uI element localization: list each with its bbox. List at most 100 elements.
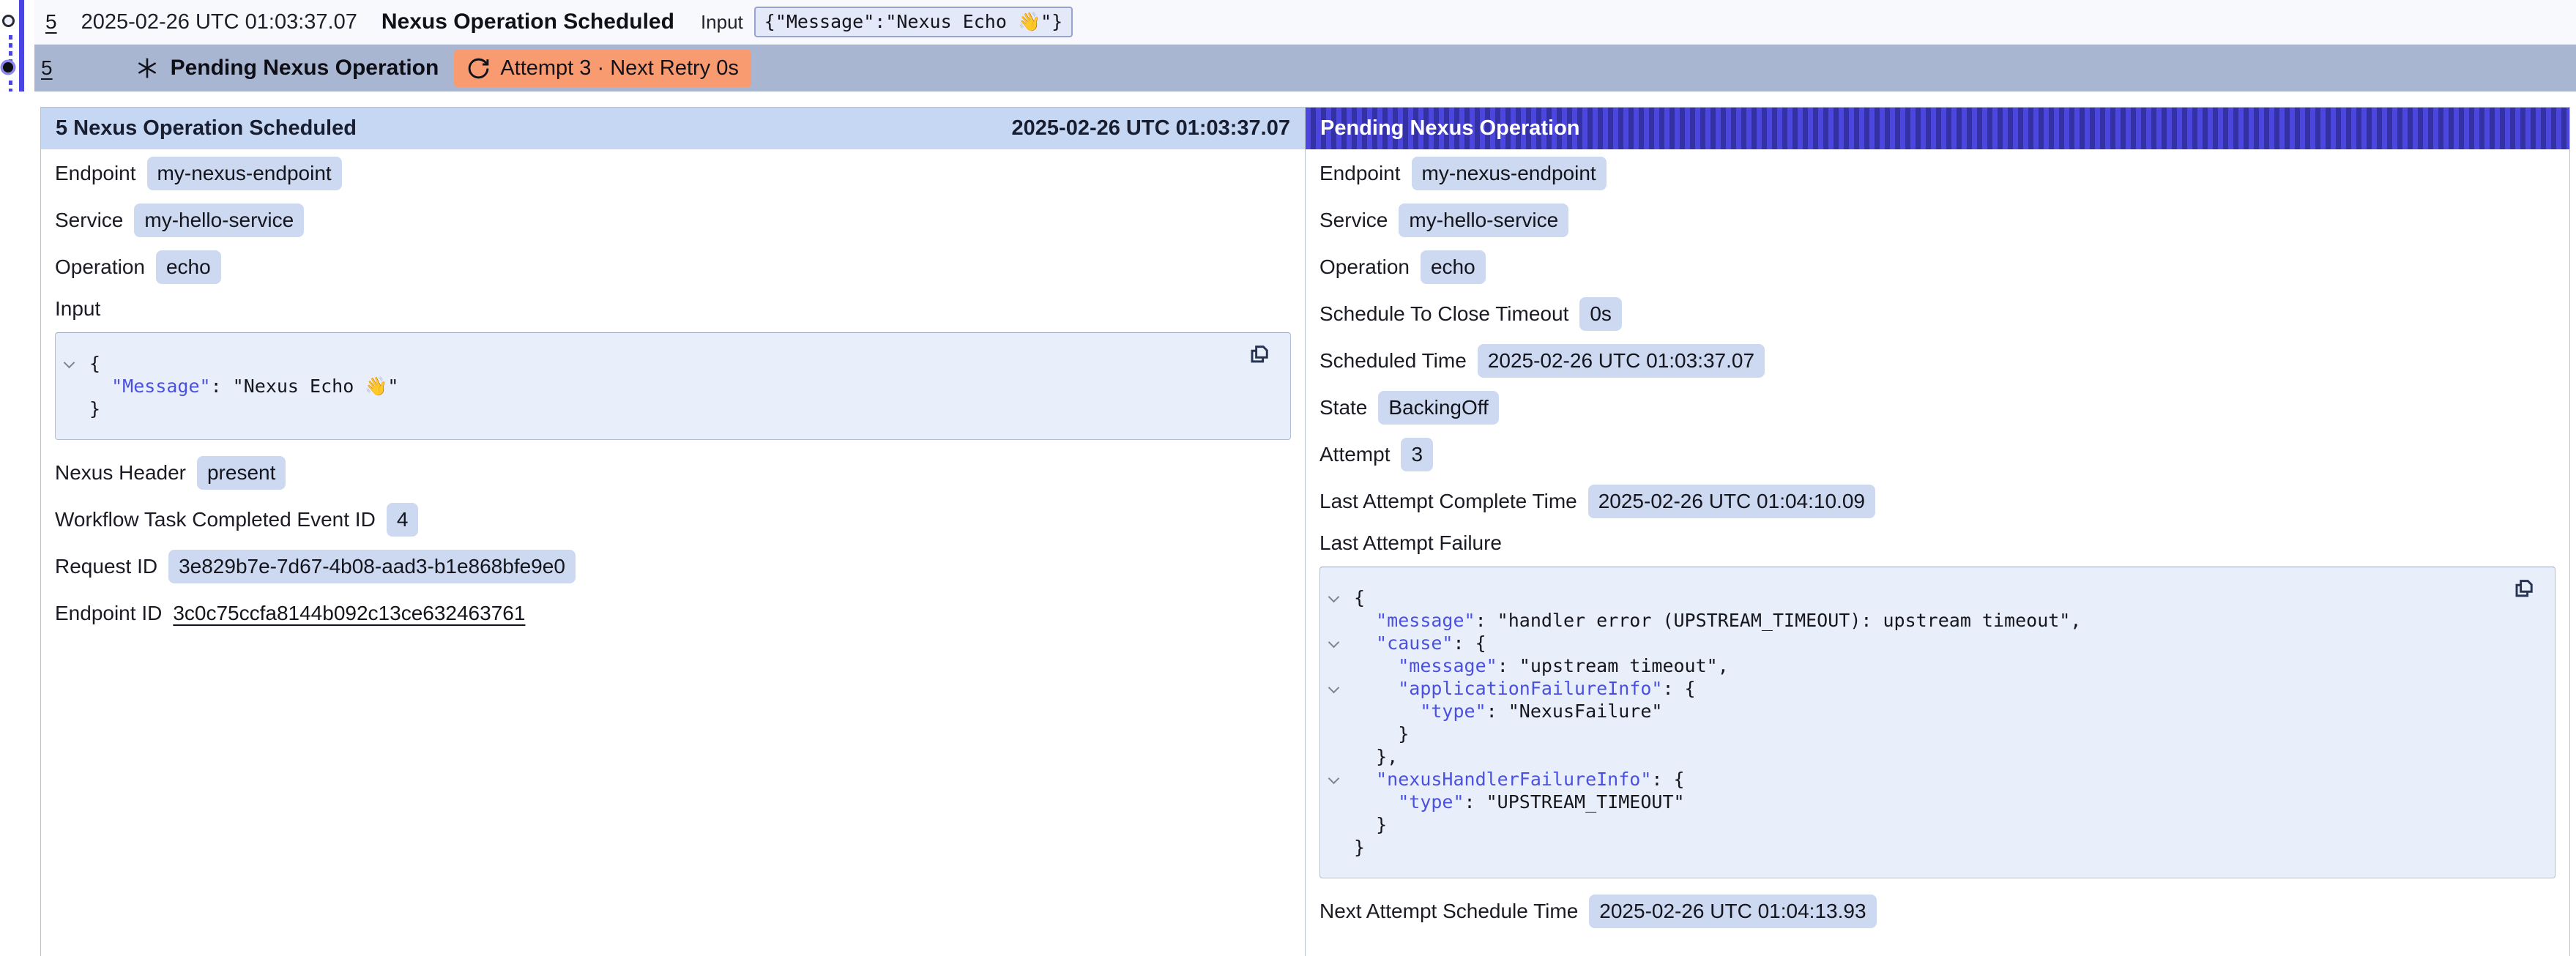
field-value-badge: 2025-02-26 UTC 01:03:37.07 (1478, 344, 1765, 378)
timeline-dashed-connector (9, 81, 12, 92)
field-label: Workflow Task Completed Event ID (55, 508, 376, 531)
field-nexus-header: Nexus Headerpresent (55, 456, 1291, 490)
json-line: } (89, 397, 1239, 420)
field-value-badge: 2025-02-26 UTC 01:04:10.09 (1588, 485, 1875, 518)
input-json-viewer: { "Message": "Nexus Echo 👋"} (55, 332, 1291, 440)
field-last-attempt-complete-time: Last Attempt Complete Time 2025-02-26 UTC… (1319, 485, 2555, 518)
chevron-down-icon[interactable] (1328, 591, 1340, 603)
field-service: Service my-hello-service (55, 203, 1291, 237)
pending-operation-panel: Pending Nexus Operation Endpoint my-nexus… (1306, 108, 2569, 956)
chevron-down-icon[interactable] (1328, 637, 1340, 649)
field-attempt: Attempt 3 (1319, 438, 2555, 471)
event-id-link[interactable]: 5 (45, 10, 57, 34)
field-label: State (1319, 396, 1367, 419)
field-label: Service (55, 209, 123, 232)
event-input-label: Input (701, 11, 743, 34)
event-timestamp: 2025-02-26 UTC 01:03:37.07 (81, 10, 357, 34)
attempt-retry-badge: Attempt 3 · Next Retry 0s (454, 50, 751, 87)
json-line: "type": "UPSTREAM_TIMEOUT" (1354, 791, 2504, 813)
json-line: "nexusHandlerFailureInfo": { (1354, 768, 2504, 791)
json-line: "message": "handler error (UPSTREAM_TIME… (1354, 609, 2504, 632)
input-section-label: Input (55, 297, 1291, 321)
field-label: Last Attempt Complete Time (1319, 490, 1577, 513)
active-event-indicator-bar (19, 0, 24, 92)
scheduled-panel-header: 5 Nexus Operation Scheduled 2025-02-26 U… (41, 108, 1305, 149)
field-label: Nexus Header (55, 461, 186, 485)
chevron-down-icon[interactable] (1328, 682, 1340, 694)
scheduled-panel-title: 5 Nexus Operation Scheduled (56, 116, 357, 141)
json-line: "type": "NexusFailure" (1354, 700, 2504, 722)
json-line: "applicationFailureInfo": { (1354, 677, 2504, 700)
attempt-retry-text: Attempt 3 · Next Retry 0s (500, 56, 739, 81)
pending-panel-header: Pending Nexus Operation (1306, 108, 2569, 149)
json-line: } (1354, 722, 2504, 745)
json-line: { (89, 352, 1239, 375)
json-line: "Message": "Nexus Echo 👋" (89, 375, 1239, 397)
field-schedule-to-close-timeout: Schedule To Close Timeout 0s (1319, 297, 2555, 331)
event-timeline-node-icon (2, 15, 15, 27)
event-row-scheduled[interactable]: 5 2025-02-26 UTC 01:03:37.07 Nexus Opera… (34, 0, 2576, 45)
timeline-gutter (0, 0, 34, 92)
field-label: Scheduled Time (1319, 349, 1467, 373)
field-label: Endpoint ID (55, 602, 162, 625)
pending-panel-title: Pending Nexus Operation (1320, 116, 1580, 141)
retry-icon (466, 56, 491, 81)
field-value-badge: 3 (1401, 438, 1433, 471)
pending-panel-body: Endpoint my-nexus-endpoint Service my-hello… (1306, 149, 2569, 956)
scheduled-panel-timestamp: 2025-02-26 UTC 01:03:37.07 (1012, 116, 1290, 141)
failure-json-viewer: { "message": "handler error (UPSTREAM_TI… (1319, 567, 2555, 878)
field-value-badge: 0s (1579, 297, 1622, 331)
field-value-badge: echo (1421, 250, 1486, 284)
copy-icon[interactable] (1246, 343, 1272, 369)
field-label: Operation (55, 255, 145, 279)
field-value-badge: 2025-02-26 UTC 01:04:13.93 (1589, 895, 1876, 928)
field-label: Service (1319, 209, 1388, 232)
field-value-badge: 3e829b7e-7d67-4b08-aad3-b1e868bfe9e0 (168, 550, 576, 583)
event-detail-panels: 5 Nexus Operation Scheduled 2025-02-26 U… (40, 107, 2570, 956)
json-line: { (1354, 586, 2504, 609)
pending-operation-icon (135, 56, 160, 81)
copy-icon[interactable] (2510, 577, 2536, 603)
json-line: "message": "upstream timeout", (1354, 654, 2504, 677)
chevron-down-icon[interactable] (64, 357, 75, 369)
scheduled-panel-body: Endpoint my-nexus-endpoint Service my-hello… (41, 149, 1305, 658)
json-line: "cause": { (1354, 632, 2504, 654)
field-value-badge: BackingOff (1378, 391, 1498, 425)
scheduled-event-panel: 5 Nexus Operation Scheduled 2025-02-26 U… (41, 108, 1306, 956)
field-operation: Operation echo (55, 250, 1291, 284)
field-endpoint: Endpoint my-nexus-endpoint (55, 157, 1291, 190)
event-title: Nexus Operation Scheduled (381, 10, 674, 34)
field-label: Attempt (1319, 443, 1390, 466)
field-operation: Operation echo (1319, 250, 2555, 284)
field-label: Endpoint (1319, 162, 1401, 185)
event-input-value-badge: {"Message":"Nexus Echo 👋"} (754, 7, 1073, 37)
field-value-badge: my-hello-service (134, 203, 304, 237)
pending-timeline-node-icon (3, 62, 13, 72)
field-value-link[interactable]: 3c0c75ccfa8144b092c13ce632463761 (173, 602, 525, 625)
field-endpoint: Endpoint my-nexus-endpoint (1319, 157, 2555, 190)
field-label: Operation (1319, 255, 1410, 279)
pending-operation-title: Pending Nexus Operation (171, 56, 439, 81)
field-request-id: Request ID 3e829b7e-7d67-4b08-aad3-b1e868… (55, 550, 1291, 583)
pending-id-link[interactable]: 5 (41, 56, 53, 80)
field-value-badge: 4 (387, 503, 419, 537)
event-history-detail-view: 5 2025-02-26 UTC 01:03:37.07 Nexus Opera… (0, 0, 2576, 956)
chevron-down-icon[interactable] (1328, 773, 1340, 785)
field-value-badge: my-hello-service (1399, 203, 1568, 237)
field-value-badge: echo (156, 250, 221, 284)
field-workflow-task-completed-event-id: Workflow Task Completed Event ID 4 (55, 503, 1291, 537)
field-value-badge: my-nexus-endpoint (1412, 157, 1607, 190)
field-service: Service my-hello-service (1319, 203, 2555, 237)
field-label: Next Attempt Schedule Time (1319, 900, 1578, 923)
field-value-badge: my-nexus-endpoint (147, 157, 342, 190)
json-line: } (1354, 836, 2504, 859)
field-label: Schedule To Close Timeout (1319, 302, 1568, 326)
field-label: Request ID (55, 555, 157, 578)
timeline-dashed-connector (9, 35, 12, 61)
field-endpoint-id: Endpoint ID 3c0c75ccfa8144b092c13ce632463… (55, 597, 1291, 630)
json-line: }, (1354, 745, 2504, 768)
field-label: Endpoint (55, 162, 136, 185)
pending-operation-row[interactable]: 5 Pending Nexus Operation Attempt 3 · Ne… (34, 45, 2576, 92)
failure-section-label: Last Attempt Failure (1319, 531, 2555, 555)
field-scheduled-time: Scheduled Time 2025-02-26 UTC 01:03:37.07 (1319, 344, 2555, 378)
